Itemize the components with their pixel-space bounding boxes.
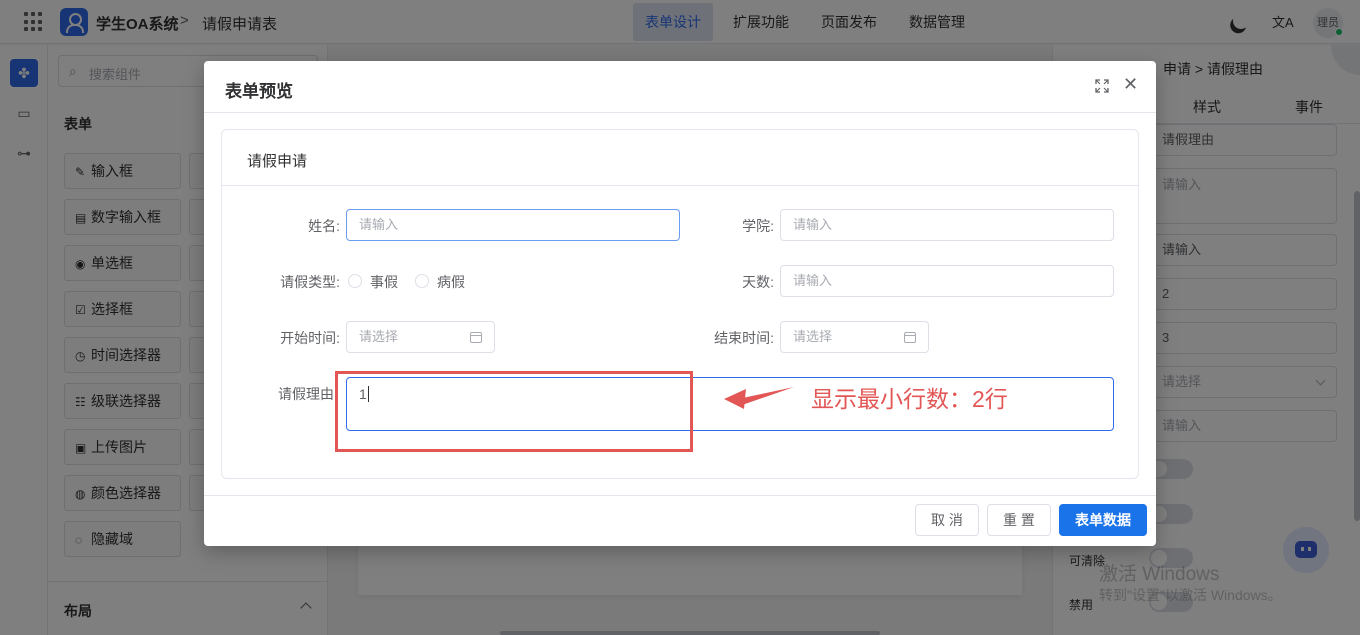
calendar-icon (470, 332, 482, 343)
cancel-button[interactable]: 取 消 (915, 504, 979, 536)
radio-label[interactable]: 病假 (437, 272, 465, 292)
fullscreen-icon[interactable] (1095, 79, 1109, 93)
name-label: 姓名: (308, 218, 340, 234)
start-time-label: 开始时间: (280, 330, 340, 346)
college-input[interactable]: 请输入 (780, 209, 1114, 241)
name-input[interactable]: 请输入 (346, 209, 680, 241)
divider (204, 112, 1156, 113)
end-date-picker[interactable]: 请选择 (780, 321, 929, 353)
radio-personal-leave[interactable] (348, 274, 362, 288)
divider (222, 185, 1138, 186)
days-label: 天数: (742, 274, 774, 290)
form-data-button[interactable]: 表单数据 (1059, 504, 1147, 536)
radio-sick-leave[interactable] (415, 274, 429, 288)
college-label: 学院: (742, 218, 774, 234)
dialog-title: 表单预览 (225, 82, 293, 101)
end-time-label: 结束时间: (714, 330, 774, 346)
annotation-text: 显示最小行数：2行 (811, 386, 1008, 412)
annotation-highlight-box (335, 371, 693, 452)
annotation-arrow-icon (724, 387, 794, 409)
start-date-picker[interactable]: 请选择 (346, 321, 495, 353)
leave-type-label: 请假类型: (280, 274, 340, 290)
reset-button[interactable]: 重 置 (987, 504, 1051, 536)
close-icon[interactable]: ✕ (1123, 75, 1138, 93)
days-input[interactable]: 请输入 (780, 265, 1114, 297)
reason-label: 请假理由 (278, 386, 334, 402)
form-preview-dialog: 表单预览 ✕ 请假申请 姓名: 请输入 学院: 请输入 请假类型: 事假 病假 … (204, 61, 1156, 546)
divider (204, 495, 1156, 496)
calendar-icon (904, 332, 916, 343)
radio-label[interactable]: 事假 (370, 272, 398, 292)
card-title: 请假申请 (247, 153, 308, 170)
